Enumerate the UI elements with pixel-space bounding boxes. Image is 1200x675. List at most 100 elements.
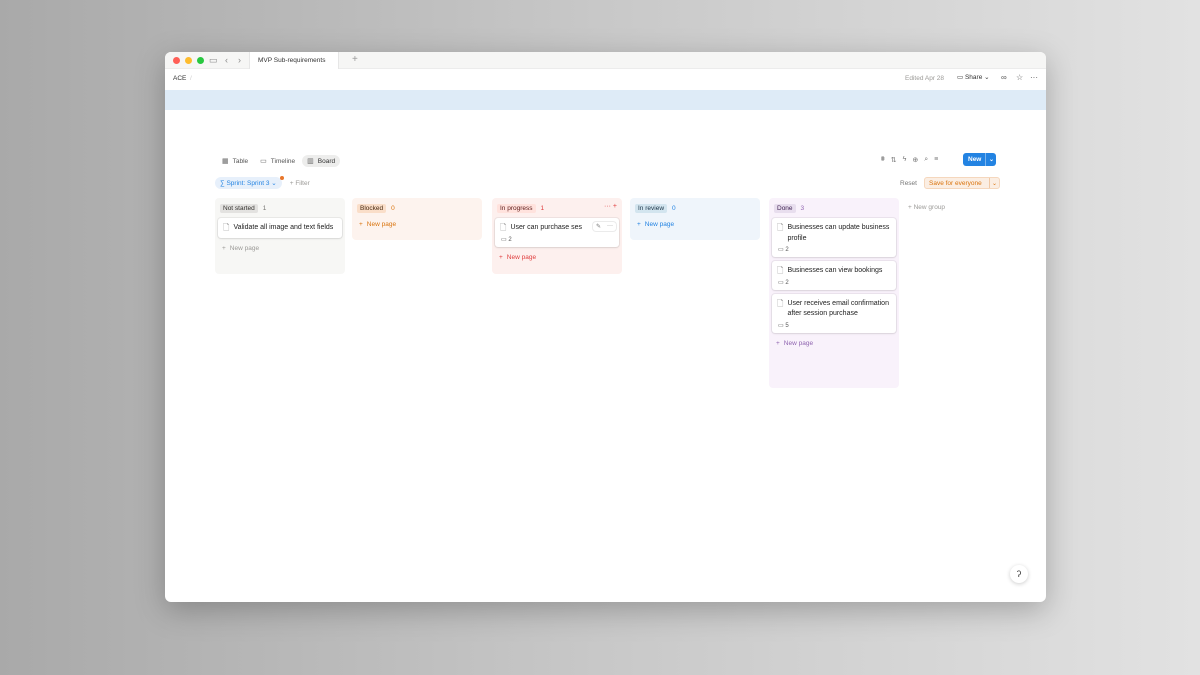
comment-count: ▭ 5 <box>778 322 891 329</box>
edit-icon[interactable]: ✎ <box>593 222 604 231</box>
chevron-down-icon[interactable]: ⌄ <box>986 156 994 163</box>
new-page-button[interactable]: + New page <box>218 242 342 255</box>
close-window-button[interactable] <box>173 57 180 64</box>
sprint-filter-label: Sprint: Sprint 3 <box>226 180 270 187</box>
new-page-button[interactable]: + New page <box>355 218 479 231</box>
page-icon: 🗋 <box>777 298 784 308</box>
more-icon[interactable]: ··· <box>1030 73 1038 82</box>
tab-timeline[interactable]: ▭ Timeline <box>255 155 300 167</box>
page-topbar: ACE / Edited Apr 28 ▭ Share ⌄ ∞ ☆ ··· <box>165 69 1046 90</box>
plus-icon: + <box>637 221 641 228</box>
unsaved-dot <box>279 176 284 180</box>
chevron-down-icon: ⌄ <box>271 180 277 187</box>
board-card[interactable]: 🗋 User receives email confirmation after… <box>772 293 896 333</box>
maximize-window-button[interactable] <box>197 57 204 64</box>
column-blocked: Blocked 0 + New page <box>352 198 482 240</box>
board-card[interactable]: 🗋 Validate all image and text fields <box>218 218 342 238</box>
column-in-review: In review 0 + New page <box>630 198 760 240</box>
tab-board-label: Board <box>317 157 336 165</box>
browser-titlebar: ▭ ‹ › MVP Sub-requirements + <box>165 52 1046 69</box>
tab-table-label: Table <box>232 157 249 165</box>
link-icon[interactable]: ∞ <box>1001 73 1007 82</box>
card-title: User receives email confirmation after s… <box>787 299 889 318</box>
column-header[interactable]: Done 3 <box>774 202 896 214</box>
new-button-label: New <box>968 156 982 163</box>
plus-icon: + <box>359 221 363 228</box>
new-group-label: New group <box>913 204 946 211</box>
comment-count-value: 2 <box>508 236 512 243</box>
tab-timeline-label: Timeline <box>270 157 296 165</box>
board-card[interactable]: 🗋 User can purchase ses ▭ 2 ✎ ··· <box>495 218 619 247</box>
card-title: Businesses can view bookings <box>787 267 883 274</box>
tab-table[interactable]: ▦ Table <box>217 155 253 167</box>
card-title: Validate all image and text fields <box>233 224 334 231</box>
view-toolbar: ⩩ ⇅ ϟ ⊕ ⌕ ≡ <box>881 156 944 164</box>
share-icon: ▭ <box>957 74 964 81</box>
card-title: Businesses can update business profile <box>787 224 890 242</box>
zoom-icon[interactable]: ⊕ <box>912 156 918 164</box>
new-page-label: New page <box>506 253 537 261</box>
new-page-button[interactable]: + New page <box>633 218 757 231</box>
column-header[interactable]: In progress 1 ··· + <box>497 202 619 214</box>
sidebar-toggle-icon[interactable]: ▭ <box>209 54 218 66</box>
sort-icon[interactable]: ⇅ <box>891 156 897 164</box>
column-header[interactable]: In review 0 <box>635 202 757 214</box>
sprint-filter[interactable]: ∑ Sprint: Sprint 3 ⌄ <box>215 176 284 189</box>
page-icon: 🗋 <box>223 223 230 232</box>
share-button[interactable]: ▭ Share ⌄ <box>957 73 990 81</box>
new-button[interactable]: New ⌄ <box>963 153 996 166</box>
column-count: 0 <box>672 204 676 212</box>
back-icon[interactable]: ‹ <box>225 54 228 66</box>
filter-icon[interactable]: ⩩ <box>881 156 885 164</box>
minimize-window-button[interactable] <box>185 57 192 64</box>
chevron-down-icon[interactable]: ⌄ <box>990 180 997 187</box>
card-hover-actions: ✎ ··· <box>592 222 616 231</box>
table-icon: ▦ <box>222 158 229 165</box>
column-count: 1 <box>262 204 267 212</box>
column-count: 1 <box>540 204 545 212</box>
column-not-started: Not started 1 🗋 Validate all image and t… <box>215 198 345 274</box>
more-icon[interactable]: ··· <box>604 222 616 231</box>
tab-board[interactable]: ▥ Board <box>302 155 341 167</box>
app-window: ▭ ‹ › MVP Sub-requirements + ACE / Edite… <box>165 52 1046 602</box>
settings-icon[interactable]: ≡ <box>934 156 938 164</box>
board-card[interactable]: 🗋 Businesses can view bookings ▭ 2 <box>772 261 896 290</box>
status-badge: Done <box>774 203 796 213</box>
comment-count-value: 2 <box>785 247 789 253</box>
forward-icon[interactable]: › <box>238 54 241 66</box>
column-count: 3 <box>800 204 805 212</box>
comment-count-value: 2 <box>785 279 789 286</box>
star-icon[interactable]: ☆ <box>1016 73 1023 82</box>
chevron-down-icon: ⌄ <box>984 74 990 81</box>
filter-bar: ∑ Sprint: Sprint 3 ⌄ + Filter <box>215 176 310 189</box>
column-header[interactable]: Blocked 0 <box>357 202 479 214</box>
help-button[interactable]: ʔ <box>1010 565 1028 583</box>
save-for-everyone-button[interactable]: Save for everyone ⌄ <box>924 177 1000 189</box>
browser-tab[interactable]: MVP Sub-requirements <box>249 52 339 69</box>
new-page-button[interactable]: + New page <box>495 251 619 264</box>
breadcrumb[interactable]: ACE <box>173 75 186 82</box>
column-actions[interactable]: ··· + <box>604 203 617 210</box>
automation-icon[interactable]: ϟ <box>903 156 907 164</box>
save-label: Save for everyone <box>929 179 982 187</box>
add-filter-button[interactable]: + Filter <box>290 180 310 187</box>
column-header[interactable]: Not started 1 <box>220 202 342 214</box>
reset-button[interactable]: Reset <box>900 180 917 187</box>
timeline-icon: ▭ <box>260 158 267 165</box>
new-page-label: New page <box>366 221 397 228</box>
comment-count: ▭ 2 <box>501 236 614 243</box>
new-page-label: New page <box>644 221 675 228</box>
new-group-button[interactable]: + New group <box>908 204 945 211</box>
breadcrumb-separator: / <box>190 75 192 82</box>
board-icon: ▥ <box>307 158 314 165</box>
status-badge: In review <box>635 203 668 213</box>
column-done: Done 3 🗋 Businesses can update business … <box>769 198 899 388</box>
plus-icon: + <box>222 244 226 252</box>
new-page-button[interactable]: + New page <box>772 337 896 350</box>
search-icon[interactable]: ⌕ <box>924 156 928 164</box>
column-in-progress: In progress 1 ··· + 🗋 User can purchase … <box>492 198 622 274</box>
status-badge: Blocked <box>357 203 387 213</box>
status-badge: Not started <box>220 203 258 213</box>
board-card[interactable]: 🗋 Businesses can update business profile… <box>772 218 896 257</box>
new-tab-button[interactable]: + <box>352 54 358 65</box>
